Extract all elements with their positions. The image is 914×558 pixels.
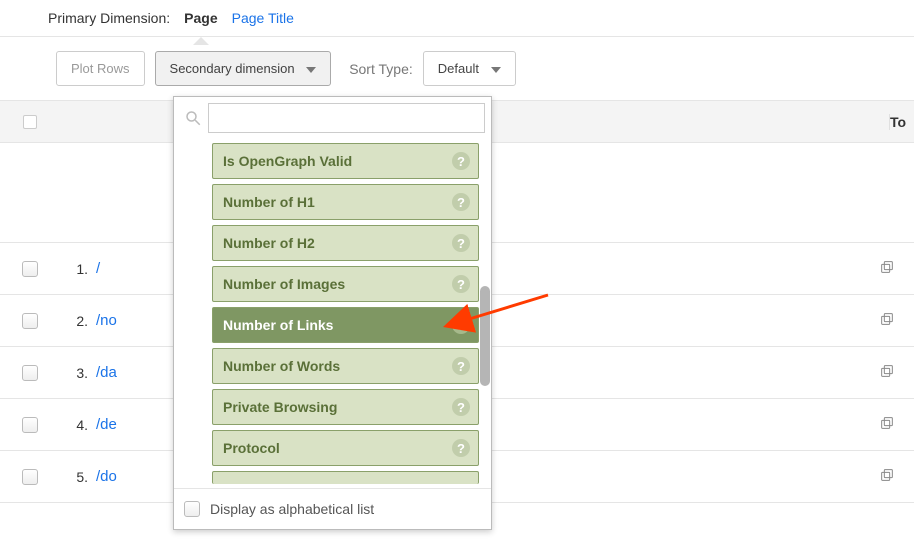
page-link[interactable]: /do [96,468,117,485]
primary-dimension-label: Primary Dimension: [48,10,170,26]
help-icon[interactable] [452,439,470,457]
open-external-icon[interactable] [879,415,895,434]
dropdown-search-input[interactable] [208,103,485,133]
dimension-option-label: Is OpenGraph Valid [223,153,352,169]
dimension-option-label: Number of Images [223,276,345,292]
help-icon[interactable] [452,398,470,416]
help-icon[interactable] [452,316,470,334]
row-number: 2. [60,313,96,329]
secondary-dimension-label: Secondary dimension [170,61,295,76]
header-checkbox-cell [0,115,60,129]
row-number: 4. [60,417,96,433]
row-number: 1. [60,261,96,277]
dimension-option-label: Number of H1 [223,194,315,210]
secondary-dimension-button[interactable]: Secondary dimension [155,51,332,86]
row-number: 3. [60,365,96,381]
select-all-checkbox[interactable] [23,115,37,129]
row-checkbox[interactable] [22,261,38,277]
dimension-option-label: Number of Links [223,317,333,333]
help-icon[interactable] [452,275,470,293]
secondary-dimension-dropdown: Is OpenGraph Valid Number of H1 Number o… [173,96,492,530]
row-checkbox[interactable] [22,313,38,329]
dropdown-list: Is OpenGraph Valid Number of H1 Number o… [174,141,491,484]
open-external-icon[interactable] [879,363,895,382]
dimension-option-label: Number of H2 [223,235,315,251]
page-link[interactable]: /da [96,364,117,381]
dimension-option[interactable]: Is OpenGraph Valid [212,143,479,179]
dropdown-footer: Display as alphabetical list [174,488,491,529]
control-bar: Plot Rows Secondary dimension Sort Type:… [0,37,914,101]
row-number: 5. [60,469,96,485]
help-icon[interactable] [452,234,470,252]
search-icon [184,109,202,127]
primary-dimension-bar: Primary Dimension: Page Page Title [0,0,914,37]
row-checkbox[interactable] [22,365,38,381]
help-icon[interactable] [452,193,470,211]
dimension-option-number-of-links[interactable]: Number of Links [212,307,479,343]
alphabetical-list-label: Display as alphabetical list [210,501,374,517]
row-checkbox[interactable] [22,417,38,433]
row-checkbox[interactable] [22,469,38,485]
page-link[interactable]: /de [96,416,117,433]
alphabetical-list-checkbox[interactable] [184,501,200,517]
dimension-option-label: Number of Words [223,358,340,374]
caret-down-icon [491,67,501,73]
dimension-option-label: Private Browsing [223,399,337,415]
dimension-option[interactable]: Protocol [212,430,479,466]
plot-rows-button[interactable]: Plot Rows [56,51,145,86]
sort-type-label: Sort Type: [349,61,413,77]
sort-type-value: Default [438,61,479,76]
open-external-icon[interactable] [879,467,895,486]
dimension-option[interactable]: Number of H1 [212,184,479,220]
open-external-icon[interactable] [879,311,895,330]
column-header-next: To [890,114,914,130]
primary-dimension-page-title[interactable]: Page Title [232,10,294,26]
primary-dimension-page[interactable]: Page [184,10,217,26]
help-icon[interactable] [452,357,470,375]
page-link[interactable]: /no [96,312,117,329]
dimension-option-label: Protocol [223,440,280,456]
dimension-option[interactable]: Number of Images [212,266,479,302]
dimension-option[interactable]: Number of H2 [212,225,479,261]
dimension-option-partial[interactable] [212,471,479,484]
dropdown-scrollbar[interactable] [480,286,490,386]
page-link[interactable]: / [96,260,100,277]
sort-type-button[interactable]: Default [423,51,516,86]
open-external-icon[interactable] [879,259,895,278]
dimension-option[interactable]: Private Browsing [212,389,479,425]
dimension-option[interactable]: Number of Words [212,348,479,384]
dropdown-search-row [174,97,491,141]
help-icon[interactable] [452,152,470,170]
caret-down-icon [306,67,316,73]
